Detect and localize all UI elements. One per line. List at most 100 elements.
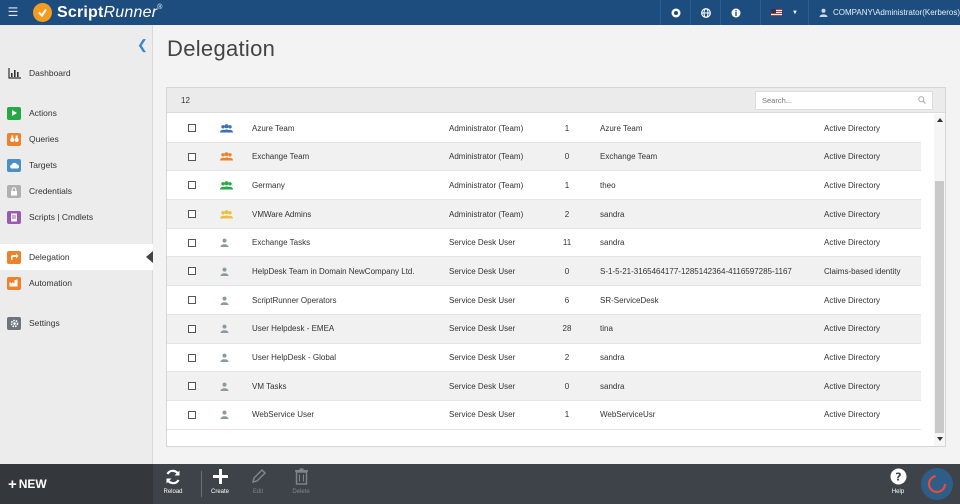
new-button[interactable]: + NEW: [0, 464, 153, 504]
row-directory: Active Directory: [824, 238, 881, 248]
row-role: Service Desk User: [449, 295, 516, 305]
row-count: 1: [564, 123, 570, 133]
sidebar-item-settings[interactable]: Settings: [0, 310, 153, 336]
row-name: User Helpdesk - EMEA: [252, 324, 335, 334]
chevron-down-icon: ▼: [792, 9, 798, 16]
row-count: 0: [564, 152, 570, 162]
status-spinner-icon[interactable]: [921, 468, 953, 500]
team-icon: [220, 143, 233, 171]
row-account: sandra: [600, 381, 625, 391]
sidebar-item-dashboard[interactable]: Dashboard: [0, 60, 153, 86]
row-role: Service Desk User: [449, 266, 516, 276]
us-flag-icon: [771, 9, 783, 16]
user-menu[interactable]: COMPANY\Administrator(Kerberos): [808, 0, 960, 25]
info-icon[interactable]: [720, 0, 750, 25]
team-icon: [220, 171, 233, 199]
row-directory: Claims-based identity: [824, 266, 901, 276]
row-checkbox[interactable]: [188, 143, 196, 171]
row-name: Azure Team: [252, 123, 295, 133]
trash-icon: [294, 468, 308, 485]
row-checkbox[interactable]: [188, 286, 196, 314]
table-row[interactable]: Exchange Tasks Service Desk User 11 sandra A…: [167, 229, 921, 258]
scroll-down-icon[interactable]: [937, 437, 943, 441]
table-row[interactable]: HelpDesk Team in Domain NewCompany Ltd. S…: [167, 257, 921, 287]
row-checkbox[interactable]: [188, 315, 196, 343]
scroll-up-icon[interactable]: [937, 118, 943, 122]
sidebar-item-actions[interactable]: Actions: [0, 100, 153, 126]
table-row[interactable]: Azure Team Administrator (Team) 1 Azure Tea…: [167, 114, 921, 143]
row-role: Administrator (Team): [449, 209, 524, 219]
sidebar-item-scripts-cmdlets[interactable]: Scripts | Cmdlets: [0, 204, 153, 230]
table-row[interactable]: VMWare Admins Administrator (Team) 2 sandra…: [167, 200, 921, 229]
table-row[interactable]: User HelpDesk - Global Service Desk User 2…: [167, 344, 921, 373]
collapse-sidebar-icon[interactable]: ❮: [137, 37, 148, 53]
sidebar-item-queries[interactable]: Queries: [0, 126, 153, 152]
row-count: 28: [562, 324, 572, 334]
row-account: theo: [600, 180, 616, 190]
row-account: sandra: [600, 209, 625, 219]
user-icon: [220, 257, 229, 285]
search-input[interactable]: [755, 91, 933, 110]
row-checkbox[interactable]: [188, 372, 196, 400]
sidebar-item-targets[interactable]: Targets: [0, 152, 153, 178]
table-row[interactable]: VM Tasks Service Desk User 0 sandra Active D…: [167, 372, 921, 401]
row-checkbox[interactable]: [188, 229, 196, 257]
row-checkbox[interactable]: [188, 401, 196, 429]
row-directory: Active Directory: [824, 295, 881, 305]
help-button[interactable]: ? Help: [878, 468, 918, 502]
row-account: Exchange Team: [600, 152, 658, 162]
share-icon: [7, 250, 21, 264]
language-selector[interactable]: ▼: [760, 0, 808, 25]
row-role: Administrator (Team): [449, 123, 524, 133]
plus-icon: +: [8, 475, 17, 493]
row-account: tina: [600, 324, 613, 334]
user-icon: [220, 286, 229, 314]
row-checkbox[interactable]: [188, 257, 196, 285]
hamburger-menu-icon[interactable]: ☰: [6, 5, 20, 19]
active-pointer-icon: [146, 251, 153, 263]
reload-button[interactable]: Reload: [153, 468, 193, 502]
row-name: HelpDesk Team in Domain NewCompany Ltd.: [252, 266, 415, 276]
row-directory: Active Directory: [824, 180, 881, 190]
row-role: Service Desk User: [449, 410, 516, 420]
search-icon[interactable]: [918, 96, 926, 106]
row-count: 6: [564, 295, 570, 305]
delete-button[interactable]: Delete: [281, 468, 321, 502]
plus-icon: [212, 469, 228, 484]
table-row[interactable]: ScriptRunner Operators Service Desk User 6…: [167, 286, 921, 315]
sidebar-item-delegation[interactable]: Delegation: [0, 244, 153, 270]
github-icon[interactable]: [660, 0, 690, 25]
scrollbar-thumb[interactable]: [935, 181, 944, 433]
table-row[interactable]: Germany Administrator (Team) 1 theo Active D…: [167, 171, 921, 201]
row-checkbox[interactable]: [188, 200, 196, 228]
top-bar: ☰ ScriptRunner® ▼ COMPANY\Administrator(…: [0, 0, 960, 25]
globe-icon[interactable]: [690, 0, 720, 25]
dashboard-icon: [7, 67, 21, 80]
lock-icon: [7, 184, 21, 198]
row-count: 11: [562, 238, 572, 248]
sidebar-item-credentials[interactable]: Credentials: [0, 178, 153, 204]
row-checkbox[interactable]: [188, 344, 196, 372]
gear-icon: [7, 316, 21, 330]
create-button[interactable]: Create: [200, 468, 240, 502]
reload-icon: [166, 469, 180, 485]
sidebar-item-automation[interactable]: Automation: [0, 270, 153, 296]
row-role: Service Desk User: [449, 353, 516, 362]
user-icon: [220, 315, 229, 343]
logo-text: ScriptRunner®: [57, 3, 163, 21]
row-checkbox[interactable]: [188, 171, 196, 199]
table-row[interactable]: User Helpdesk - EMEA Service Desk User 28 t…: [167, 314, 921, 344]
row-checkbox[interactable]: [188, 114, 196, 142]
row-account: SR-ServiceDesk: [600, 295, 659, 305]
row-account: WebServiceUsr: [600, 410, 656, 420]
panel-header: 12: [167, 88, 945, 113]
table-row[interactable]: WebService User Service Desk User 1 WebServ…: [167, 401, 921, 430]
row-directory: Active Directory: [824, 123, 881, 133]
table-row[interactable]: Exchange Team Administrator (Team) 0 Exchan…: [167, 142, 921, 172]
user-icon: [220, 344, 229, 372]
app-logo[interactable]: ScriptRunner®: [33, 2, 163, 23]
row-account: Azure Team: [600, 123, 643, 133]
edit-button[interactable]: Edit: [238, 468, 278, 502]
user-name: COMPANY\Administrator(Kerberos): [833, 8, 960, 17]
row-role: Service Desk User: [449, 381, 516, 391]
